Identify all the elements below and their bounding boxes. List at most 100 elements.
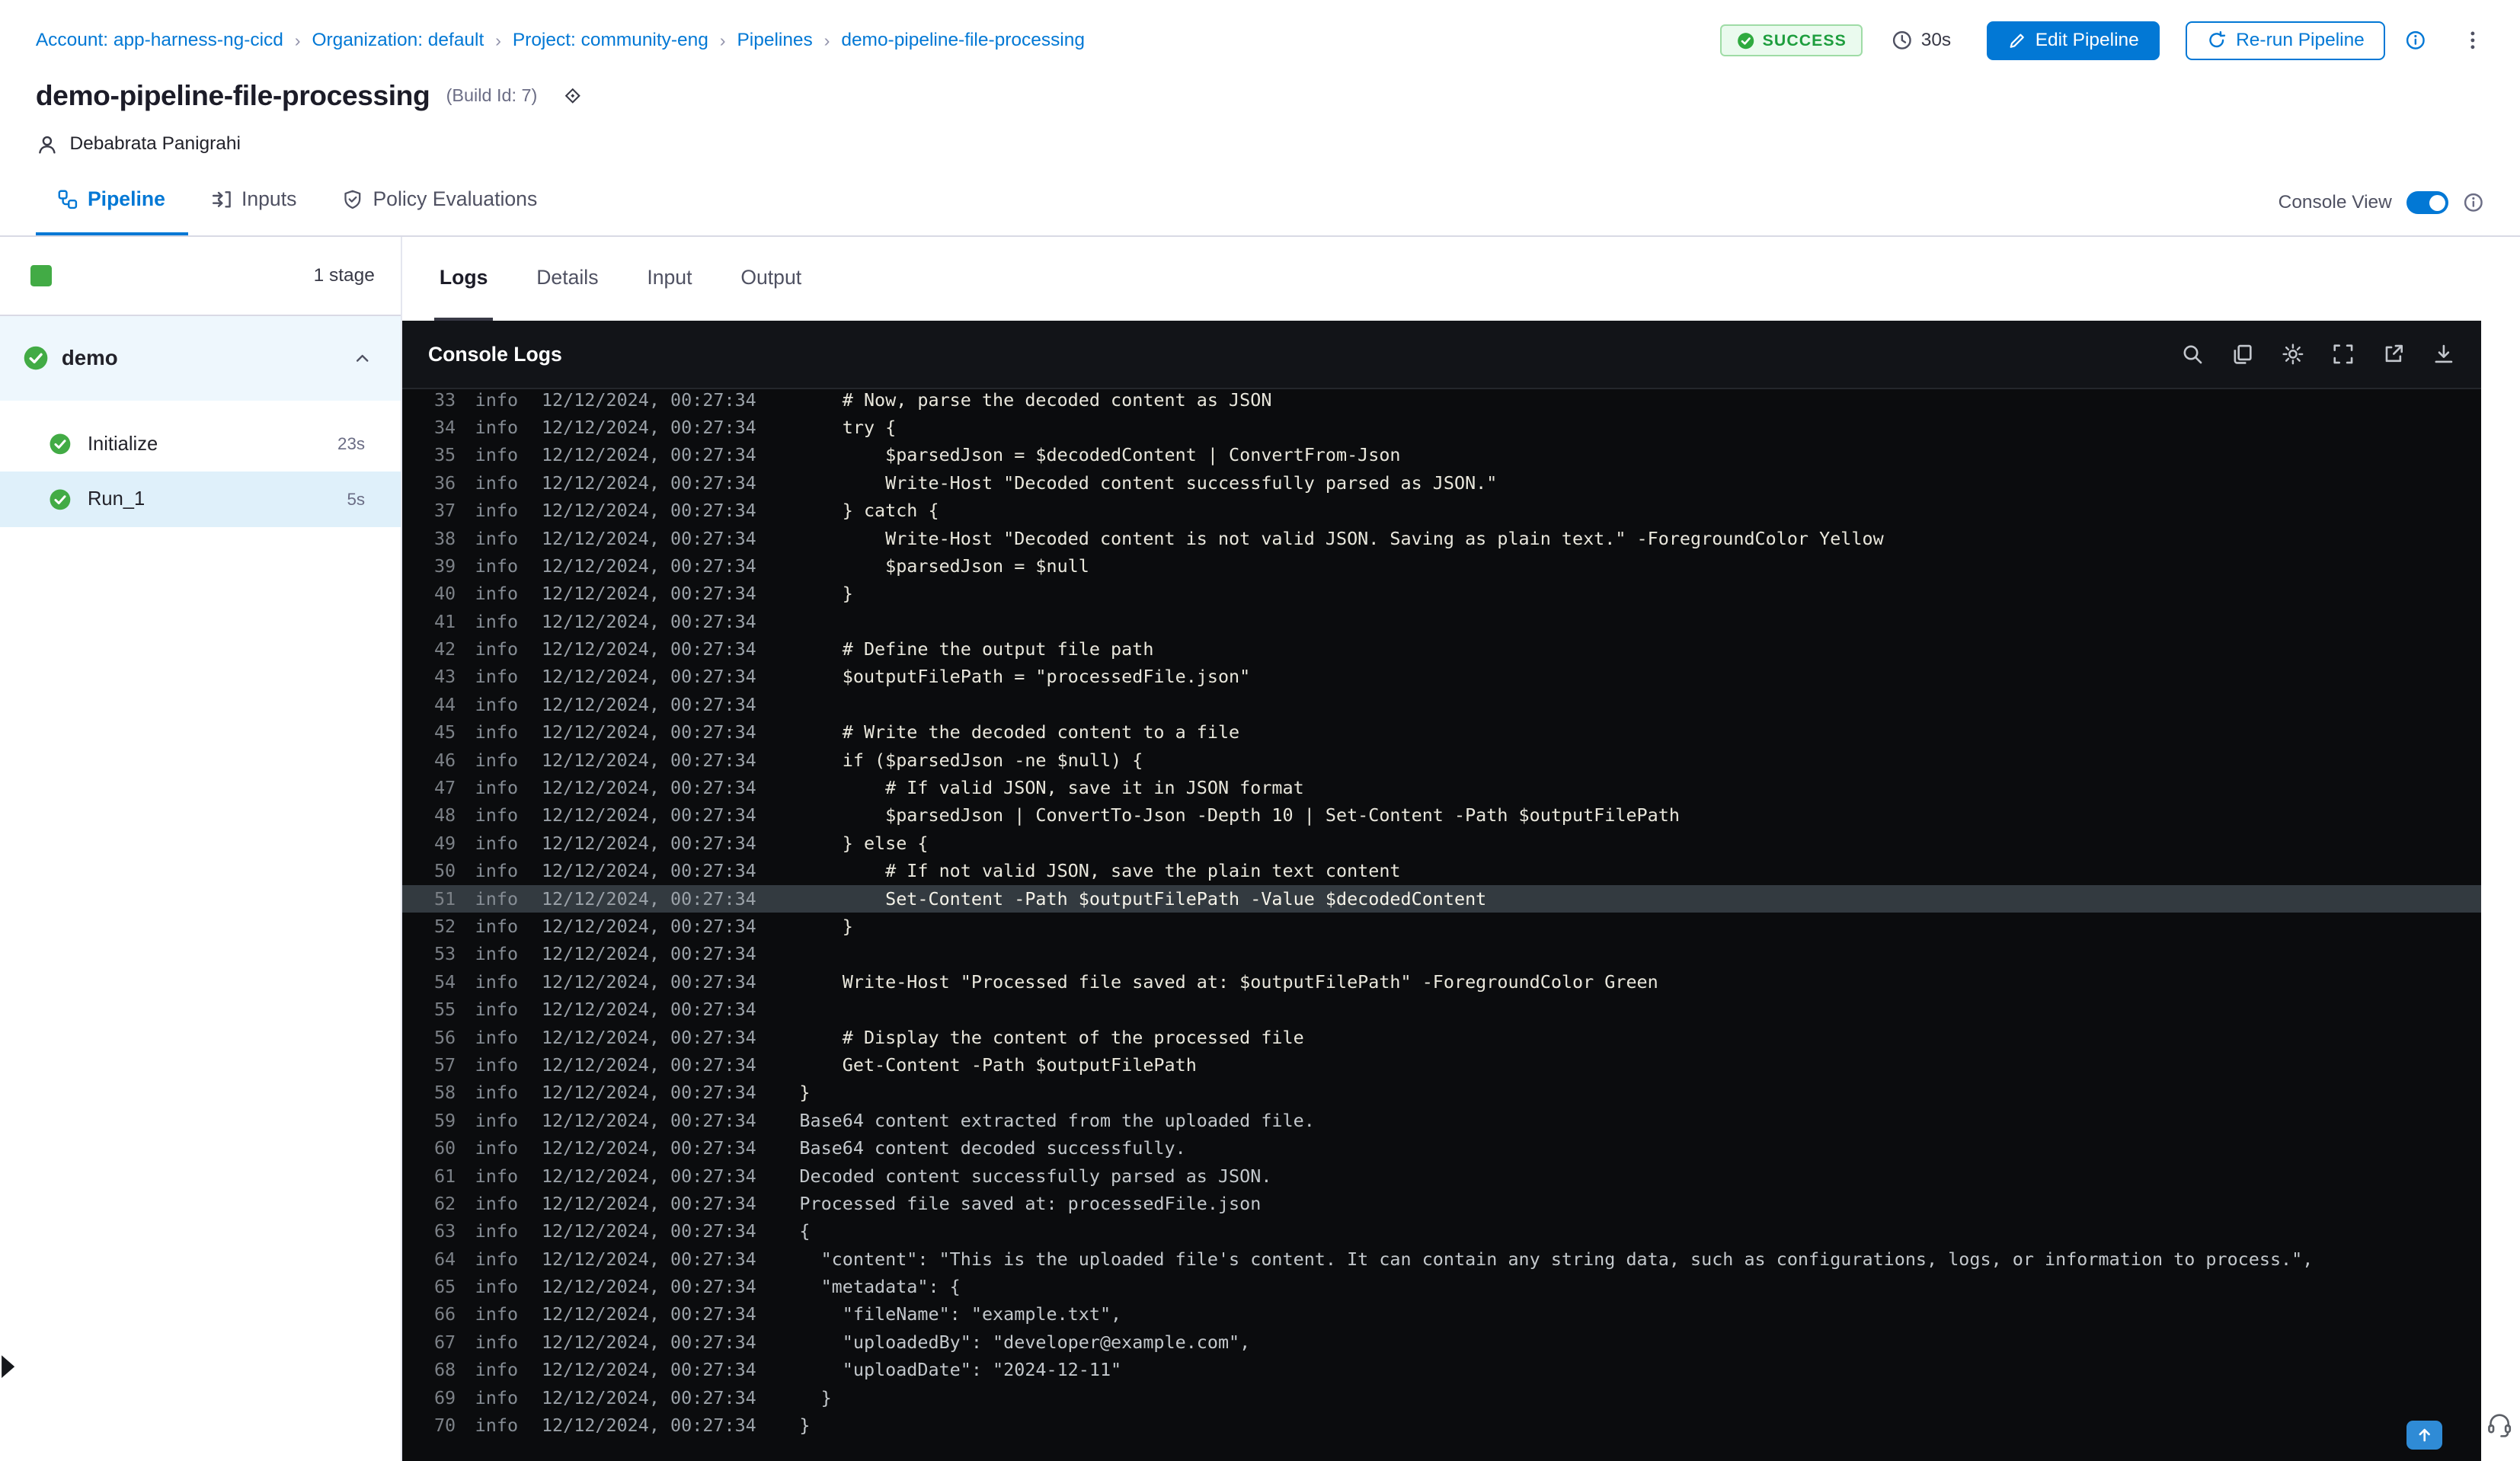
line-number[interactable]: 42 xyxy=(433,635,456,663)
log-text: Write-Host "Decoded content is not valid… xyxy=(799,527,1884,549)
line-number[interactable]: 65 xyxy=(433,1273,456,1300)
console-view-toggle[interactable] xyxy=(2406,191,2449,215)
line-number[interactable]: 48 xyxy=(433,801,456,829)
log-timestamp: 12/12/2024, 00:27:34 xyxy=(541,1331,756,1353)
breadcrumb-link-pipelines[interactable]: Pipelines xyxy=(737,30,812,51)
tab-input[interactable]: Input xyxy=(642,237,697,321)
line-number[interactable]: 62 xyxy=(433,1190,456,1217)
line-number[interactable]: 36 xyxy=(433,469,456,497)
log-text: # If not valid JSON, save the plain text… xyxy=(799,860,1401,882)
rerun-pipeline-button[interactable]: Re-run Pipeline xyxy=(2186,21,2386,60)
tab-details[interactable]: Details xyxy=(532,237,603,321)
stage-group-label: demo xyxy=(61,346,118,370)
log-level: info xyxy=(475,749,519,771)
line-number[interactable]: 33 xyxy=(433,389,456,414)
breadcrumb-link-organization[interactable]: Organization: default xyxy=(312,30,484,51)
line-number[interactable]: 70 xyxy=(433,1411,456,1439)
line-number[interactable]: 41 xyxy=(433,608,456,635)
sidebar-expand-handle[interactable] xyxy=(0,1349,20,1385)
inputs-icon xyxy=(211,189,232,210)
log-timestamp: 12/12/2024, 00:27:34 xyxy=(541,832,756,854)
more-options-icon[interactable] xyxy=(2461,29,2484,52)
tab-policy-evaluations[interactable]: Policy Evaluations xyxy=(319,187,560,235)
line-number[interactable]: 58 xyxy=(433,1079,456,1106)
log-text: "content": "This is the uploaded file's … xyxy=(799,1248,2314,1270)
log-line: 51 info 12/12/2024, 00:27:34 Set-Content -… xyxy=(401,884,2481,913)
log-text: } xyxy=(799,1082,811,1104)
log-text: $parsedJson | ConvertTo-Json -Depth 10 |… xyxy=(799,804,1680,826)
line-number[interactable]: 43 xyxy=(433,663,456,690)
log-timestamp: 12/12/2024, 00:27:34 xyxy=(541,527,756,549)
support-headset-icon[interactable] xyxy=(2486,1411,2513,1438)
line-number[interactable]: 46 xyxy=(433,746,456,774)
tab-inputs[interactable]: Inputs xyxy=(188,187,319,235)
log-level: info xyxy=(475,444,519,466)
log-text: if ($parsedJson -ne $null) { xyxy=(799,749,1143,771)
console-view-info-icon[interactable] xyxy=(2463,192,2484,213)
log-level: info xyxy=(475,1026,519,1048)
log-line: 62 info 12/12/2024, 00:27:34 Processed file… xyxy=(433,1190,2481,1217)
log-text: } catch { xyxy=(799,500,939,522)
line-number[interactable]: 44 xyxy=(433,691,456,718)
line-number[interactable]: 37 xyxy=(433,497,456,524)
log-line: 60 info 12/12/2024, 00:27:34 Base64 content… xyxy=(433,1134,2481,1162)
line-number[interactable]: 61 xyxy=(433,1162,456,1190)
line-number[interactable]: 66 xyxy=(433,1300,456,1328)
log-timestamp: 12/12/2024, 00:27:34 xyxy=(541,1276,756,1298)
line-number[interactable]: 59 xyxy=(433,1107,456,1134)
status-badge-label: SUCCESS xyxy=(1762,30,1847,50)
log-line: 61 info 12/12/2024, 00:27:34 Decoded conten… xyxy=(433,1162,2481,1190)
tab-output[interactable]: Output xyxy=(736,237,807,321)
fullscreen-icon[interactable] xyxy=(2332,343,2355,366)
line-number[interactable]: 50 xyxy=(433,857,456,884)
line-number[interactable]: 63 xyxy=(433,1217,456,1245)
line-number[interactable]: 38 xyxy=(433,525,456,552)
log-timestamp: 12/12/2024, 00:27:34 xyxy=(541,1082,756,1104)
line-number[interactable]: 56 xyxy=(433,1024,456,1051)
step-run-1[interactable]: Run_1 5s xyxy=(0,472,401,527)
tab-logs[interactable]: Logs xyxy=(434,237,493,321)
open-in-new-icon[interactable] xyxy=(2382,343,2405,366)
download-icon[interactable] xyxy=(2432,343,2455,366)
line-number[interactable]: 45 xyxy=(433,718,456,746)
line-number[interactable]: 51 xyxy=(433,885,456,913)
log-text: Decoded content successfully parsed as J… xyxy=(799,1165,1272,1187)
log-line: 56 info 12/12/2024, 00:27:34 # Display the… xyxy=(433,1024,2481,1051)
line-number[interactable]: 39 xyxy=(433,552,456,580)
breadcrumb-link-pipeline[interactable]: demo-pipeline-file-processing xyxy=(841,30,1085,51)
log-timestamp: 12/12/2024, 00:27:34 xyxy=(541,555,756,577)
line-number[interactable]: 53 xyxy=(433,940,456,967)
line-number[interactable]: 68 xyxy=(433,1356,456,1383)
search-icon[interactable] xyxy=(2181,343,2204,366)
line-number[interactable]: 69 xyxy=(433,1384,456,1411)
settings-gear-icon[interactable] xyxy=(2282,343,2304,366)
info-icon[interactable] xyxy=(2405,30,2426,51)
line-number[interactable]: 35 xyxy=(433,441,456,468)
tab-pipeline[interactable]: Pipeline xyxy=(35,187,188,235)
line-number[interactable]: 57 xyxy=(433,1051,456,1079)
scroll-to-top-button[interactable] xyxy=(2406,1420,2442,1450)
edit-pipeline-button[interactable]: Edit Pipeline xyxy=(1987,21,2160,60)
copy-icon[interactable] xyxy=(2231,343,2254,366)
line-number[interactable]: 34 xyxy=(433,414,456,441)
line-number[interactable]: 55 xyxy=(433,996,456,1023)
line-number[interactable]: 60 xyxy=(433,1134,456,1162)
line-number[interactable]: 52 xyxy=(433,913,456,940)
line-number[interactable]: 67 xyxy=(433,1328,456,1356)
log-level: info xyxy=(475,472,519,494)
log-text: Processed file saved at: processedFile.j… xyxy=(799,1192,1262,1214)
stage-group-demo[interactable]: demo xyxy=(0,316,401,401)
log-text: try { xyxy=(799,416,897,438)
line-number[interactable]: 54 xyxy=(433,968,456,996)
log-level: info xyxy=(475,1220,519,1242)
step-initialize[interactable]: Initialize 23s xyxy=(0,417,401,472)
breadcrumb-link-account[interactable]: Account: app-harness-ng-cicd xyxy=(36,30,283,51)
line-number[interactable]: 49 xyxy=(433,830,456,857)
line-number[interactable]: 47 xyxy=(433,774,456,801)
line-number[interactable]: 64 xyxy=(433,1245,456,1273)
step-label: Run_1 xyxy=(87,488,146,510)
log-line: 42 info 12/12/2024, 00:27:34 # Define the … xyxy=(433,635,2481,663)
log-timestamp: 12/12/2024, 00:27:34 xyxy=(541,416,756,438)
line-number[interactable]: 40 xyxy=(433,580,456,607)
breadcrumb-link-project[interactable]: Project: community-eng xyxy=(513,30,708,51)
